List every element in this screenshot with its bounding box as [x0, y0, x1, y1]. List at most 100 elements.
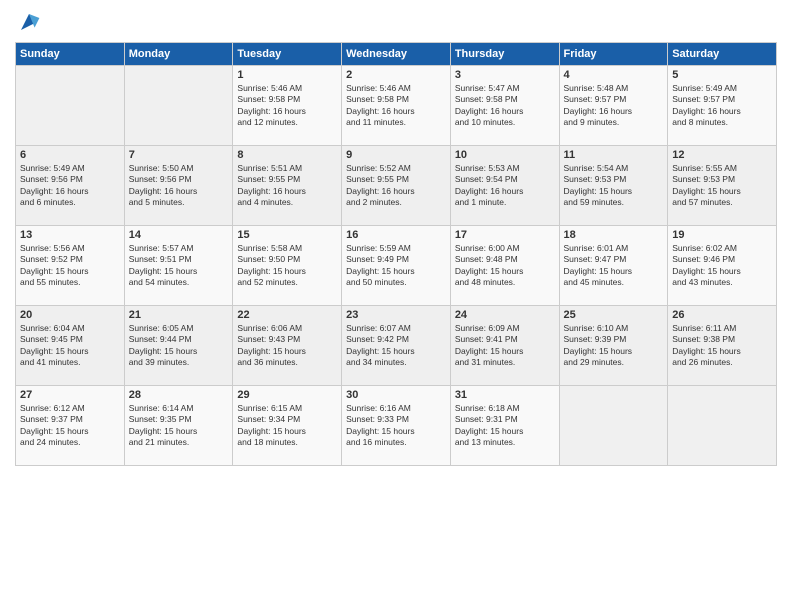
day-header-sunday: Sunday [16, 43, 125, 66]
calendar-cell: 6Sunrise: 5:49 AM Sunset: 9:56 PM Daylig… [16, 146, 125, 226]
calendar-cell: 19Sunrise: 6:02 AM Sunset: 9:46 PM Dayli… [668, 226, 777, 306]
day-number: 16 [346, 229, 446, 241]
day-number: 29 [237, 389, 337, 401]
day-number: 22 [237, 309, 337, 321]
calendar-cell [124, 66, 233, 146]
calendar-cell: 8 Sunrise: 5:51 AM Sunset: 9:55 PM Daylig… [233, 146, 342, 226]
calendar-cell: 2Sunrise: 5:46 AM Sunset: 9:58 PM Daylig… [342, 66, 451, 146]
calendar-cell: 1 Sunrise: 5:46 AM Sunset: 9:58 PM Daylig… [233, 66, 342, 146]
calendar-cell: 28 Sunrise: 6:14 AM Sunset: 9:35 PM Dayli… [124, 386, 233, 466]
day-number: 8 [237, 149, 337, 161]
cell-info: Sunrise: 6:15 AM Sunset: 9:34 PM Dayligh… [237, 403, 337, 449]
cell-info: Sunrise: 6:04 AM Sunset: 9:45 PM Dayligh… [20, 323, 120, 369]
day-header-tuesday: Tuesday [233, 43, 342, 66]
week-row-4: 20 Sunrise: 6:04 AM Sunset: 9:45 PM Dayli… [16, 306, 777, 386]
cell-info: Sunrise: 6:07 AM Sunset: 9:42 PM Dayligh… [346, 323, 446, 369]
logo-icon [17, 10, 41, 34]
cell-info: Sunrise: 5:46 AM Sunset: 9:58 PM Dayligh… [237, 83, 337, 129]
day-number: 23 [346, 309, 446, 321]
day-number: 1 [237, 69, 337, 81]
calendar-cell: 15 Sunrise: 5:58 AM Sunset: 9:50 PM Dayli… [233, 226, 342, 306]
cell-info: Sunrise: 6:10 AM Sunset: 9:39 PM Dayligh… [564, 323, 664, 369]
day-number: 21 [129, 309, 229, 321]
day-number: 4 [564, 69, 664, 81]
calendar-cell: 4 Sunrise: 5:48 AM Sunset: 9:57 PM Daylig… [559, 66, 668, 146]
calendar-cell: 22 Sunrise: 6:06 AM Sunset: 9:43 PM Dayli… [233, 306, 342, 386]
calendar-cell: 5 Sunrise: 5:49 AM Sunset: 9:57 PM Daylig… [668, 66, 777, 146]
cell-info: Sunrise: 6:00 AM Sunset: 9:48 PM Dayligh… [455, 243, 555, 289]
cell-info: Sunrise: 6:14 AM Sunset: 9:35 PM Dayligh… [129, 403, 229, 449]
day-number: 3 [455, 69, 555, 81]
calendar-cell: 7 Sunrise: 5:50 AM Sunset: 9:56 PM Daylig… [124, 146, 233, 226]
cell-info: Sunrise: 5:54 AM Sunset: 9:53 PM Dayligh… [564, 163, 664, 209]
day-number: 26 [672, 309, 772, 321]
day-number: 27 [20, 389, 120, 401]
calendar-cell: 23 Sunrise: 6:07 AM Sunset: 9:42 PM Dayli… [342, 306, 451, 386]
calendar-cell: 11 Sunrise: 5:54 AM Sunset: 9:53 PM Dayli… [559, 146, 668, 226]
cell-info: Sunrise: 5:47 AM Sunset: 9:58 PM Dayligh… [455, 83, 555, 129]
calendar-cell: 29 Sunrise: 6:15 AM Sunset: 9:34 PM Dayli… [233, 386, 342, 466]
week-row-3: 13 Sunrise: 5:56 AM Sunset: 9:52 PM Dayli… [16, 226, 777, 306]
calendar-cell [668, 386, 777, 466]
cell-info: Sunrise: 6:02 AM Sunset: 9:46 PM Dayligh… [672, 243, 772, 289]
day-number: 18 [564, 229, 664, 241]
calendar-cell: 18Sunrise: 6:01 AM Sunset: 9:47 PM Dayli… [559, 226, 668, 306]
calendar-cell: 16Sunrise: 5:59 AM Sunset: 9:49 PM Dayli… [342, 226, 451, 306]
calendar-cell: 21 Sunrise: 6:05 AM Sunset: 9:44 PM Dayli… [124, 306, 233, 386]
day-number: 28 [129, 389, 229, 401]
day-number: 24 [455, 309, 555, 321]
day-number: 14 [129, 229, 229, 241]
day-number: 10 [455, 149, 555, 161]
day-number: 7 [129, 149, 229, 161]
cell-info: Sunrise: 5:55 AM Sunset: 9:53 PM Dayligh… [672, 163, 772, 209]
calendar-cell: 12 Sunrise: 5:55 AM Sunset: 9:53 PM Dayli… [668, 146, 777, 226]
day-number: 17 [455, 229, 555, 241]
cell-info: Sunrise: 6:09 AM Sunset: 9:41 PM Dayligh… [455, 323, 555, 369]
cell-info: Sunrise: 5:56 AM Sunset: 9:52 PM Dayligh… [20, 243, 120, 289]
calendar-cell: 3 Sunrise: 5:47 AM Sunset: 9:58 PM Daylig… [450, 66, 559, 146]
calendar-cell: 31Sunrise: 6:18 AM Sunset: 9:31 PM Dayli… [450, 386, 559, 466]
day-number: 5 [672, 69, 772, 81]
day-number: 20 [20, 309, 120, 321]
cell-info: Sunrise: 5:51 AM Sunset: 9:55 PM Dayligh… [237, 163, 337, 209]
calendar-cell: 26Sunrise: 6:11 AM Sunset: 9:38 PM Dayli… [668, 306, 777, 386]
day-header-wednesday: Wednesday [342, 43, 451, 66]
day-number: 13 [20, 229, 120, 241]
calendar: SundayMondayTuesdayWednesdayThursdayFrid… [15, 42, 777, 466]
cell-info: Sunrise: 6:06 AM Sunset: 9:43 PM Dayligh… [237, 323, 337, 369]
cell-info: Sunrise: 5:53 AM Sunset: 9:54 PM Dayligh… [455, 163, 555, 209]
calendar-cell: 17 Sunrise: 6:00 AM Sunset: 9:48 PM Dayli… [450, 226, 559, 306]
cell-info: Sunrise: 5:57 AM Sunset: 9:51 PM Dayligh… [129, 243, 229, 289]
calendar-cell: 20 Sunrise: 6:04 AM Sunset: 9:45 PM Dayli… [16, 306, 125, 386]
cell-info: Sunrise: 5:58 AM Sunset: 9:50 PM Dayligh… [237, 243, 337, 289]
day-number: 6 [20, 149, 120, 161]
calendar-cell: 25 Sunrise: 6:10 AM Sunset: 9:39 PM Dayli… [559, 306, 668, 386]
day-number: 12 [672, 149, 772, 161]
day-number: 15 [237, 229, 337, 241]
week-row-1: 1 Sunrise: 5:46 AM Sunset: 9:58 PM Daylig… [16, 66, 777, 146]
day-number: 25 [564, 309, 664, 321]
calendar-cell: 10 Sunrise: 5:53 AM Sunset: 9:54 PM Dayli… [450, 146, 559, 226]
cell-info: Sunrise: 5:48 AM Sunset: 9:57 PM Dayligh… [564, 83, 664, 129]
calendar-cell: 13 Sunrise: 5:56 AM Sunset: 9:52 PM Dayli… [16, 226, 125, 306]
day-number: 31 [455, 389, 555, 401]
cell-info: Sunrise: 6:05 AM Sunset: 9:44 PM Dayligh… [129, 323, 229, 369]
calendar-cell [559, 386, 668, 466]
calendar-cell: 27 Sunrise: 6:12 AM Sunset: 9:37 PM Dayli… [16, 386, 125, 466]
day-header-saturday: Saturday [668, 43, 777, 66]
calendar-header-row: SundayMondayTuesdayWednesdayThursdayFrid… [16, 43, 777, 66]
logo [15, 10, 41, 34]
day-header-thursday: Thursday [450, 43, 559, 66]
calendar-cell: 14 Sunrise: 5:57 AM Sunset: 9:51 PM Dayli… [124, 226, 233, 306]
week-row-5: 27 Sunrise: 6:12 AM Sunset: 9:37 PM Dayli… [16, 386, 777, 466]
cell-info: Sunrise: 5:50 AM Sunset: 9:56 PM Dayligh… [129, 163, 229, 209]
cell-info: Sunrise: 6:12 AM Sunset: 9:37 PM Dayligh… [20, 403, 120, 449]
cell-info: Sunrise: 5:49 AM Sunset: 9:57 PM Dayligh… [672, 83, 772, 129]
week-row-2: 6Sunrise: 5:49 AM Sunset: 9:56 PM Daylig… [16, 146, 777, 226]
cell-info: Sunrise: 5:46 AM Sunset: 9:58 PM Dayligh… [346, 83, 446, 129]
day-header-monday: Monday [124, 43, 233, 66]
calendar-cell [16, 66, 125, 146]
day-number: 30 [346, 389, 446, 401]
day-number: 11 [564, 149, 664, 161]
calendar-cell: 24 Sunrise: 6:09 AM Sunset: 9:41 PM Dayli… [450, 306, 559, 386]
